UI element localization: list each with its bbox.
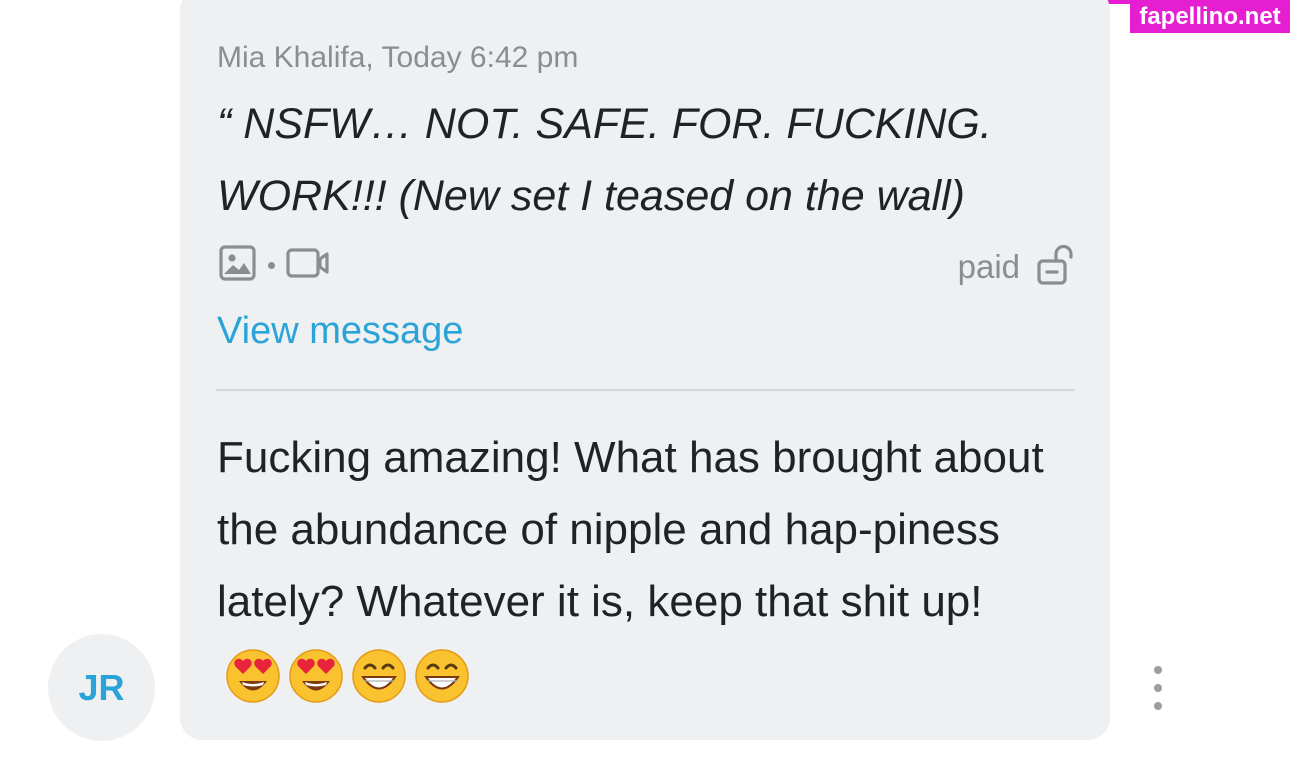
reply-message: Fucking amazing! What has brought about … <box>217 422 1087 710</box>
heart-eyes-emoji <box>226 649 280 704</box>
watermark: fapellino.net <box>1130 0 1290 33</box>
more-options-icon[interactable] <box>1146 666 1170 710</box>
truncated-timestamp <box>196 760 306 766</box>
heart-eyes-emoji <box>289 649 343 704</box>
avatar-initials: JR <box>78 666 125 708</box>
view-message-link[interactable]: View message <box>217 310 463 353</box>
quoted-message-text: “ NSFW… NOT. SAFE. FOR. FUCKING. WORK!!!… <box>217 100 992 220</box>
video-icon <box>285 243 331 287</box>
reply-text: Fucking amazing! What has brought about … <box>217 433 1044 626</box>
separator-dot <box>268 261 275 269</box>
quoted-media-row: paid <box>218 243 1076 287</box>
grinning-emoji <box>352 649 406 704</box>
quoted-message: Mia Khalifa, Today 6:42 pm “ NSFW… NOT. … <box>217 38 1077 232</box>
image-icon <box>218 243 258 287</box>
media-type-icons <box>218 243 331 287</box>
chat-screen: fapellino.net Mia Khalifa, Today 6:42 pm… <box>0 0 1290 766</box>
divider <box>216 389 1075 391</box>
paid-indicator: paid <box>958 243 1076 291</box>
avatar[interactable]: JR <box>48 634 155 741</box>
paid-label: paid <box>957 248 1020 285</box>
quoted-message-meta: Mia Khalifa, Today 6:42 pm <box>217 41 579 74</box>
watermark-text: fapellino.net <box>1139 2 1281 30</box>
reply-emojis <box>225 648 477 704</box>
grinning-emoji <box>415 649 469 704</box>
unlocked-lock-icon <box>1036 243 1076 291</box>
